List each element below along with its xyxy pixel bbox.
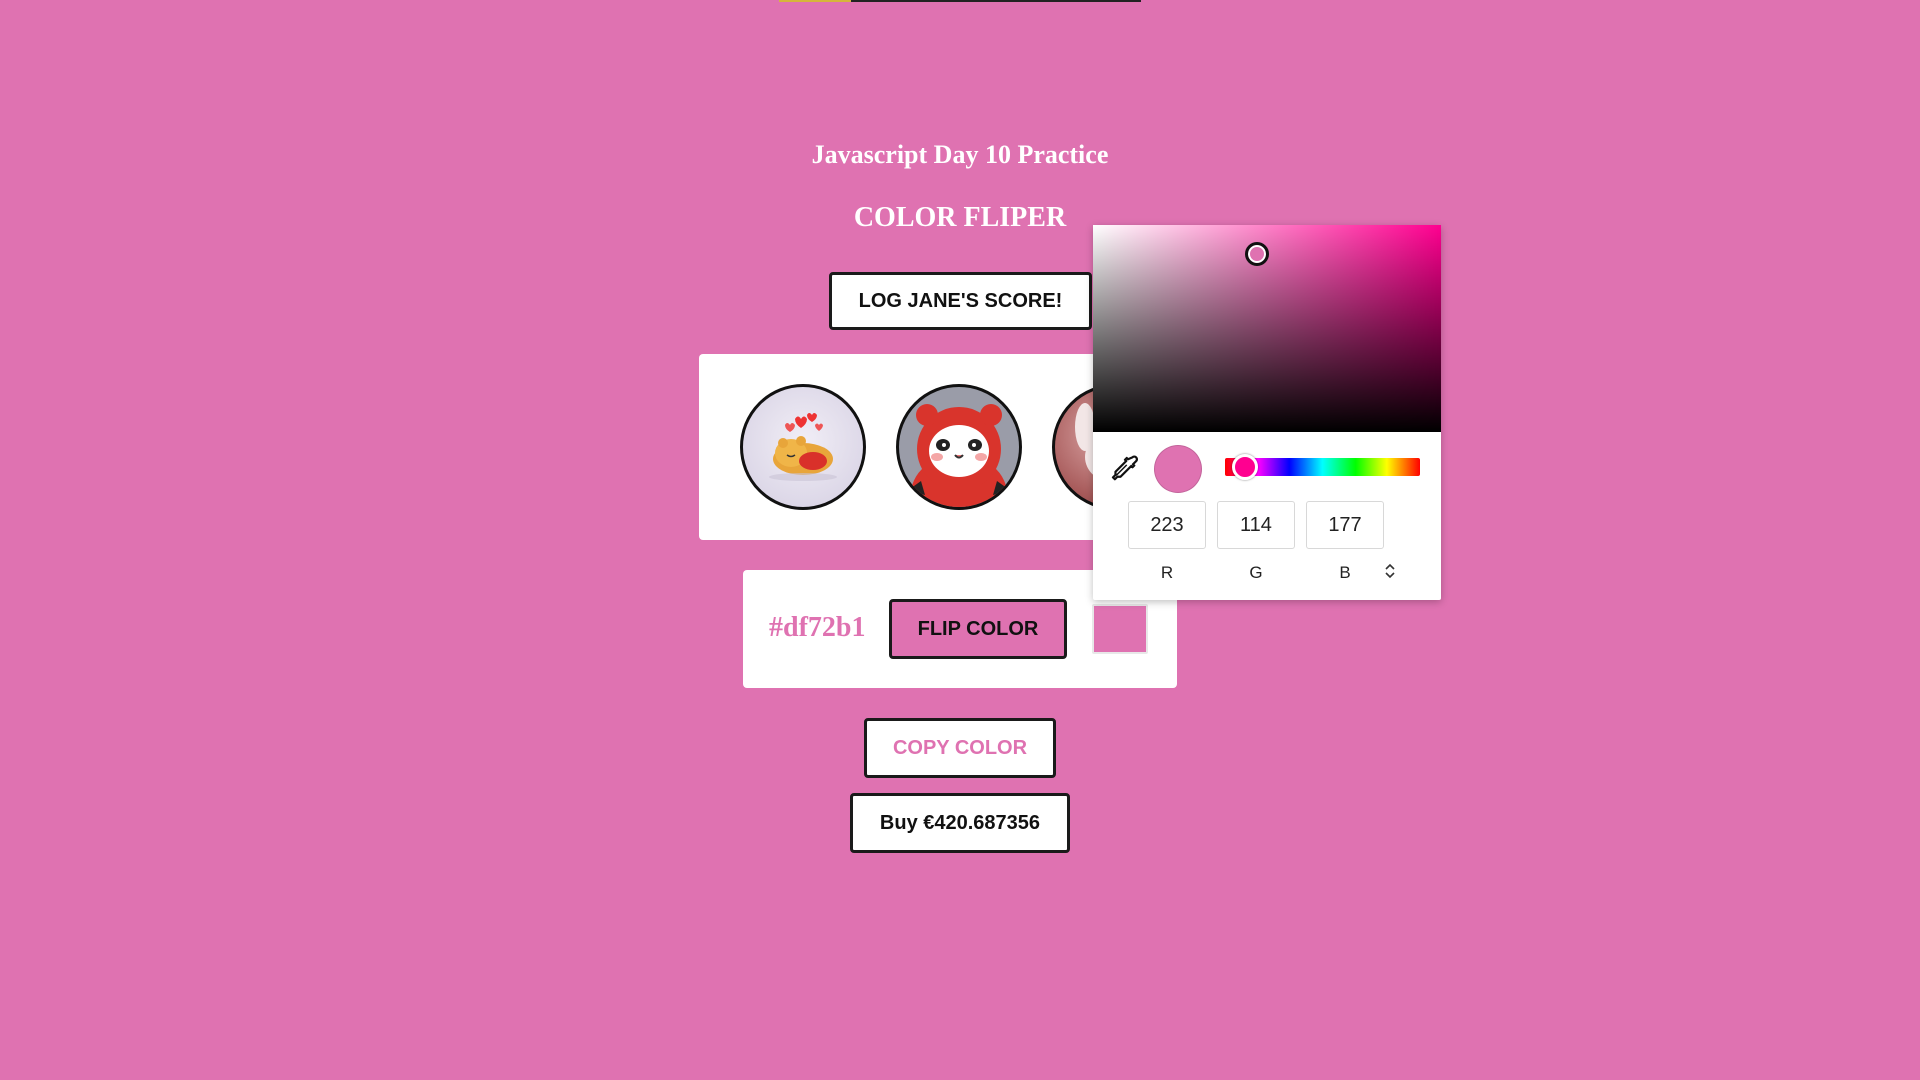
saturation-value-area[interactable] <box>1093 225 1441 432</box>
page-title: Javascript Day 10 Practice <box>811 140 1109 169</box>
progress-bar <box>779 0 1141 2</box>
avatar-card <box>699 354 1178 540</box>
blue-label: B <box>1339 563 1351 582</box>
red-value-input[interactable] <box>1128 501 1206 549</box>
log-score-button[interactable]: LOG JANE'S SCORE! <box>829 272 1092 330</box>
hex-color-text: #df72b1 <box>769 612 866 643</box>
page-subtitle: COLOR FLIPER <box>853 202 1067 233</box>
hearts-icon <box>785 413 823 432</box>
current-color-preview <box>1154 445 1202 493</box>
up-down-chevron-icon[interactable] <box>1381 559 1399 583</box>
green-label: G <box>1249 563 1263 582</box>
progress-bar-fill <box>779 0 852 2</box>
color-input-swatch[interactable] <box>1092 604 1148 654</box>
hue-slider-handle[interactable] <box>1232 454 1258 480</box>
red-label: R <box>1160 563 1174 582</box>
winnie-the-pooh-avatar <box>740 384 866 510</box>
page: Javascript Day 10 Practice COLOR FLIPER … <box>0 0 1920 1080</box>
panda-avatar <box>896 384 1022 510</box>
flip-color-button[interactable]: FLIP COLOR <box>889 599 1067 659</box>
eyedropper-icon[interactable] <box>1108 453 1139 483</box>
saturation-value-handle[interactable] <box>1245 242 1269 266</box>
blue-value-input[interactable] <box>1306 501 1384 549</box>
color-picker-popup: R G B <box>1093 225 1441 600</box>
buy-button[interactable]: Buy €420.687356 <box>850 793 1070 853</box>
green-value-input[interactable] <box>1217 501 1295 549</box>
copy-color-button[interactable]: COPY COLOR <box>864 718 1056 778</box>
